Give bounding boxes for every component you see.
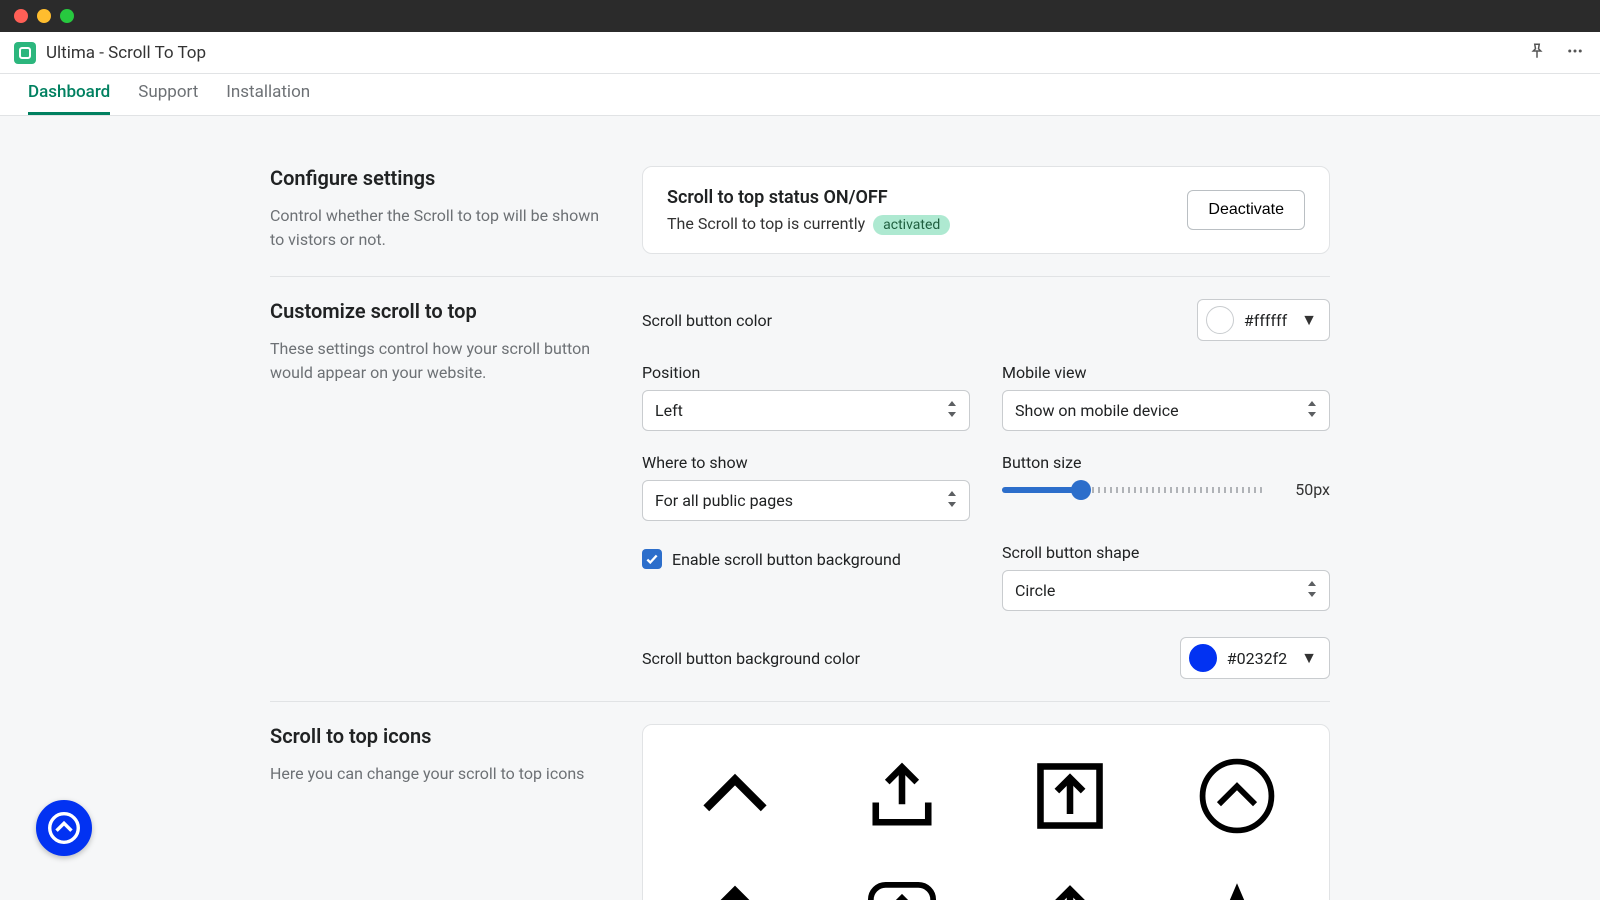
tab-dashboard[interactable]: Dashboard [28, 82, 110, 115]
chevron-down-icon: ▼ [1301, 310, 1317, 330]
window-close-button[interactable] [14, 9, 28, 23]
pin-icon[interactable] [1528, 42, 1546, 64]
icons-card [642, 724, 1330, 900]
icon-option-chevron-up[interactable] [680, 751, 790, 841]
icon-option-arrow-up-rounded-square[interactable] [847, 871, 957, 900]
button-size-label: Button size [1002, 453, 1330, 472]
icon-option-arrow-up-thin[interactable] [1015, 871, 1125, 900]
shape-select[interactable]: Circle [1002, 570, 1330, 611]
bg-color-picker[interactable]: #0232f2 ▼ [1180, 637, 1330, 679]
status-line: The Scroll to top is currently activated [667, 214, 950, 233]
configure-heading: Configure settings [270, 166, 610, 190]
app-header: Ultima - Scroll To Top [0, 32, 1600, 74]
icon-option-arrow-up-square[interactable] [1015, 751, 1125, 841]
main-scroll[interactable]: Configure settings Control whether the S… [0, 116, 1600, 900]
button-size-slider[interactable] [1002, 487, 1264, 493]
position-label: Position [642, 363, 970, 382]
status-prefix: The Scroll to top is currently [667, 214, 865, 233]
mobile-view-value: Show on mobile device [1002, 390, 1330, 431]
enable-bg-label: Enable scroll button background [672, 550, 901, 569]
icons-desc: Here you can change your scroll to top i… [270, 762, 610, 786]
enable-bg-checkbox[interactable] [642, 549, 662, 569]
icon-option-chevron-up-circle[interactable] [1182, 751, 1292, 841]
where-to-show-select[interactable]: For all public pages [642, 480, 970, 521]
bg-color-value: #0232f2 [1227, 649, 1287, 668]
icon-option-arrow-up-thick[interactable] [680, 871, 790, 900]
status-badge: activated [873, 215, 950, 235]
status-card: Scroll to top status ON/OFF The Scroll t… [642, 166, 1330, 254]
section-icons: Scroll to top icons Here you can change … [270, 701, 1330, 900]
window-minimize-button[interactable] [37, 9, 51, 23]
more-icon[interactable] [1564, 42, 1586, 64]
icons-heading: Scroll to top icons [270, 724, 610, 748]
app-title: Ultima - Scroll To Top [46, 43, 206, 63]
mobile-view-select[interactable]: Show on mobile device [1002, 390, 1330, 431]
tabs-nav: Dashboard Support Installation [0, 74, 1600, 116]
window-maximize-button[interactable] [60, 9, 74, 23]
scroll-color-value: #ffffff [1244, 311, 1287, 330]
icon-option-upload-tray[interactable] [847, 751, 957, 841]
bg-color-label: Scroll button background color [642, 649, 860, 668]
window-titlebar [0, 0, 1600, 32]
customize-heading: Customize scroll to top [270, 299, 610, 323]
scroll-color-label: Scroll button color [642, 311, 772, 330]
where-to-show-value: For all public pages [642, 480, 970, 521]
icon-option-cursor-up[interactable] [1182, 871, 1292, 900]
position-value: Left [642, 390, 970, 431]
app-icon [14, 42, 36, 64]
shape-value: Circle [1002, 570, 1330, 611]
section-configure: Configure settings Control whether the S… [270, 144, 1330, 276]
scroll-color-picker[interactable]: #ffffff ▼ [1197, 299, 1330, 341]
floating-scroll-to-top-preview[interactable] [36, 800, 92, 856]
mobile-view-label: Mobile view [1002, 363, 1330, 382]
status-title: Scroll to top status ON/OFF [667, 187, 950, 208]
bg-color-swatch [1189, 644, 1217, 672]
shape-label: Scroll button shape [1002, 543, 1330, 562]
scroll-color-swatch [1206, 306, 1234, 334]
chevron-down-icon: ▼ [1301, 648, 1317, 668]
section-customize: Customize scroll to top These settings c… [270, 276, 1330, 701]
where-to-show-label: Where to show [642, 453, 970, 472]
deactivate-button[interactable]: Deactivate [1187, 190, 1305, 230]
customize-desc: These settings control how your scroll b… [270, 337, 610, 385]
configure-desc: Control whether the Scroll to top will b… [270, 204, 610, 252]
tab-installation[interactable]: Installation [226, 82, 310, 115]
tab-support[interactable]: Support [138, 82, 198, 115]
button-size-value: 50px [1278, 480, 1330, 499]
position-select[interactable]: Left [642, 390, 970, 431]
slider-handle[interactable] [1071, 480, 1091, 500]
